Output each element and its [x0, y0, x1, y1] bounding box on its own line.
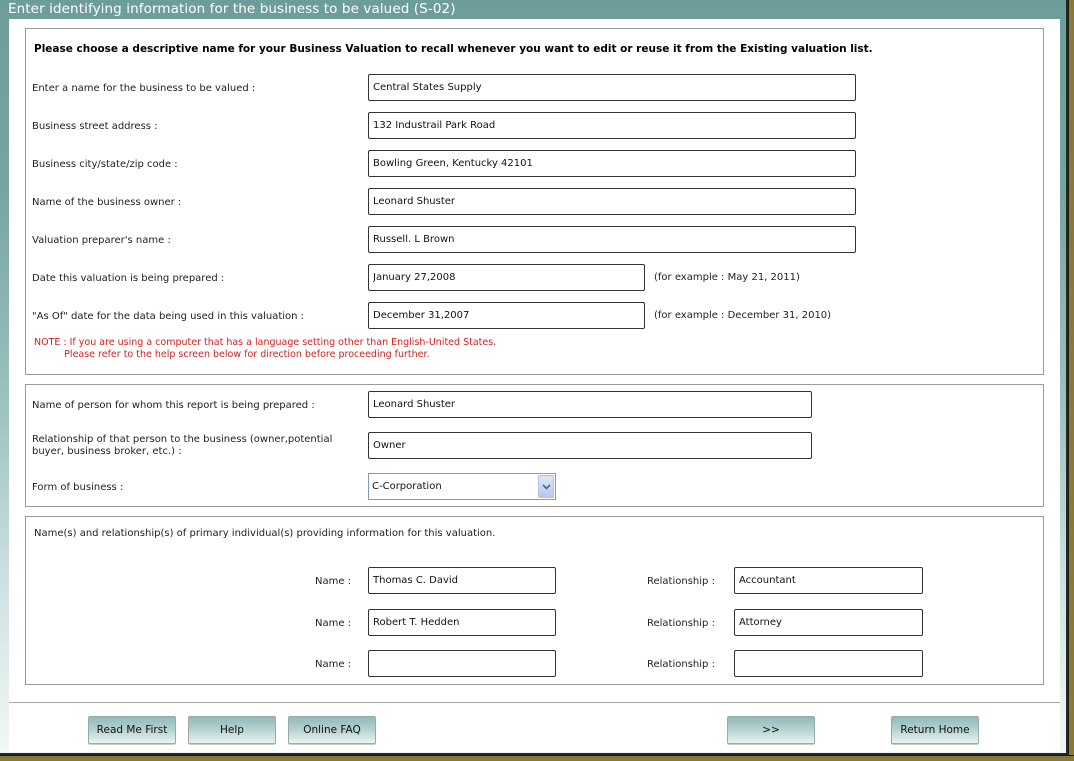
form-of-business-label: Form of business :	[32, 482, 124, 493]
relationship-label-2: Relationship :	[647, 618, 715, 629]
individual-relationship-input-3[interactable]	[734, 650, 923, 677]
city-state-zip-input[interactable]	[368, 150, 856, 177]
prepared-date-label: Date this valuation is being prepared :	[32, 273, 225, 284]
report-person-input[interactable]	[368, 391, 812, 418]
city-state-zip-label: Business city/state/zip code :	[32, 159, 178, 170]
individual-name-input-2[interactable]	[368, 609, 556, 636]
street-address-label: Business street address :	[32, 121, 158, 132]
name-label-2: Name :	[315, 618, 352, 629]
preparer-name-input[interactable]	[368, 226, 856, 253]
window-frame-bottom	[0, 755, 1074, 761]
form-of-business-value: C-Corporation	[372, 481, 442, 492]
business-name-input[interactable]	[368, 74, 856, 101]
report-person-label: Name of person for whom this report is b…	[32, 400, 315, 411]
next-button[interactable]: >>	[727, 716, 815, 744]
as-of-date-label: "As Of" date for the data being used in …	[32, 311, 305, 322]
read-me-first-button[interactable]: Read Me First	[88, 716, 176, 744]
instruction-text: Please choose a descriptive name for you…	[34, 43, 873, 55]
help-button[interactable]: Help	[188, 716, 276, 744]
return-home-button[interactable]: Return Home	[891, 716, 979, 744]
relationship-label-1: Relationship :	[647, 576, 715, 587]
language-note-line1: NOTE : If you are using a computer that …	[34, 337, 497, 348]
prepared-date-input[interactable]	[368, 264, 645, 291]
as-of-date-input[interactable]	[368, 302, 645, 329]
name-label-1: Name :	[315, 576, 352, 587]
individual-name-input-3[interactable]	[368, 650, 556, 677]
as-of-date-hint: (for example : December 31, 2010)	[654, 310, 832, 321]
chevron-down-icon[interactable]	[538, 475, 554, 498]
report-recipient-section: Name of person for whom this report is b…	[25, 384, 1044, 507]
name-label-3: Name :	[315, 659, 352, 670]
relationship-label-line2: buyer, business broker, etc.) :	[32, 446, 182, 457]
online-faq-button[interactable]: Online FAQ	[288, 716, 376, 744]
street-address-input[interactable]	[368, 112, 856, 139]
owner-name-input[interactable]	[368, 188, 856, 215]
window-title: Enter identifying information for the bu…	[8, 1, 456, 17]
prepared-date-hint: (for example : May 21, 2011)	[654, 272, 800, 283]
app-window: Enter identifying information for the bu…	[0, 0, 1068, 755]
business-name-label: Enter a name for the business to be valu…	[32, 83, 256, 94]
individual-relationship-input-1[interactable]	[734, 567, 923, 594]
content-panel: Please choose a descriptive name for you…	[9, 19, 1060, 752]
owner-name-label: Name of the business owner :	[32, 197, 182, 208]
relationship-input[interactable]	[368, 432, 812, 459]
individual-name-input-1[interactable]	[368, 567, 556, 594]
footer-divider	[9, 702, 1060, 703]
individuals-heading: Name(s) and relationship(s) of primary i…	[34, 528, 496, 539]
language-note-line2: Please refer to the help screen below fo…	[34, 349, 430, 360]
individuals-section: Name(s) and relationship(s) of primary i…	[25, 516, 1044, 685]
business-info-section: Please choose a descriptive name for you…	[25, 28, 1044, 375]
individual-relationship-input-2[interactable]	[734, 609, 923, 636]
relationship-label-3: Relationship :	[647, 659, 715, 670]
form-of-business-select[interactable]: C-Corporation	[368, 473, 556, 500]
window-frame-right	[1068, 0, 1074, 761]
preparer-name-label: Valuation preparer's name :	[32, 235, 171, 246]
